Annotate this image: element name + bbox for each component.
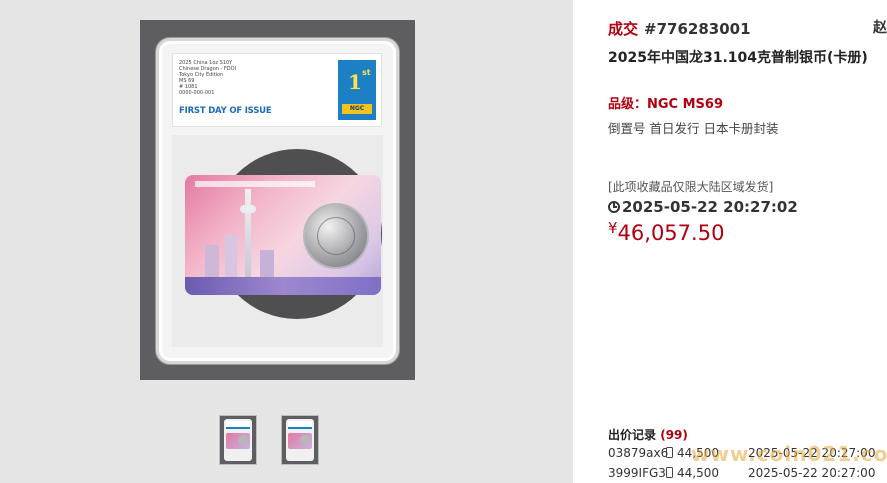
site-watermark: www.coin021.com <box>691 442 887 466</box>
first-badge: 1 st NGC <box>338 60 376 120</box>
bid-count: (99) <box>660 428 688 442</box>
phone-icon <box>666 467 673 478</box>
ngc-logo: NGC <box>342 104 372 114</box>
main-product-photo[interactable]: 2025 China 1oz S10Y Chinese Dragon - FDO… <box>140 20 415 380</box>
corner-text: 赵 <box>873 20 887 36</box>
bid-row: 3999IFG3 44,500 2025-05-22 20:27:00 <box>608 466 887 482</box>
bidder-id: 3999IFG3 <box>608 466 666 480</box>
grade-info: 品级：NGC MS69 <box>608 97 724 112</box>
label-line: 0000-000-001 <box>179 90 215 96</box>
thumbnail-strip <box>219 415 323 467</box>
currency-symbol: ¥ <box>608 219 618 237</box>
item-title: 2025年中国龙31.104克普制银币(卡册) <box>608 50 868 66</box>
bid-history-label: 出价记录 <box>608 428 657 442</box>
bid-history-title[interactable]: 出价记录 (99) <box>608 426 688 443</box>
card-header-strip <box>195 181 315 187</box>
item-tags: 倒置号 首日发行 日本卡册封装 <box>608 121 779 136</box>
thumb-slab <box>224 419 252 461</box>
thumb-slab <box>286 419 314 461</box>
thumb-label <box>226 421 250 429</box>
label-text-block: 2025 China 1oz S10Y Chinese Dragon - FDO… <box>179 60 279 96</box>
bid-time: 2025-05-22 20:27:00 <box>748 466 876 480</box>
bid-amount-value: 44,500 <box>677 466 719 480</box>
slab-label: 2025 China 1oz S10Y Chinese Dragon - FDO… <box>172 53 382 127</box>
lot-number: #776283001 <box>644 20 751 38</box>
sale-status: 成交 <box>608 20 639 38</box>
status-line: 成交 #776283001 <box>608 18 751 39</box>
lot-details: 成交 #776283001 赵 2025年中国龙31.104克普制银币(卡册) 品… <box>573 0 887 483</box>
badge-suffix: st <box>362 68 371 77</box>
bidder-id: 03879ax6 <box>608 446 669 460</box>
tower-deck <box>240 205 256 213</box>
badge-number: 1 <box>348 70 362 94</box>
deal-time: 2025-05-22 20:27:02 <box>608 198 798 216</box>
thumbnail-2[interactable] <box>281 415 319 465</box>
deal-price: ¥46,057.50 <box>608 219 724 245</box>
deal-time-value: 2025-05-22 20:27:02 <box>622 198 798 216</box>
thumb-coin <box>238 435 248 445</box>
first-day-of-issue-text: FIRST DAY OF ISSUE <box>179 106 272 116</box>
card-footer-strip <box>185 277 381 295</box>
thumbnail-1[interactable] <box>219 415 257 465</box>
bid-amount: 44,500 <box>666 466 719 480</box>
price-value: 46,057.50 <box>617 221 725 245</box>
silver-coin <box>303 203 369 269</box>
clock-icon <box>608 201 620 213</box>
ngc-slab: 2025 China 1oz S10Y Chinese Dragon - FDO… <box>156 38 399 364</box>
coin-dragon-design <box>317 217 355 255</box>
thumb-coin <box>300 435 310 445</box>
phone-icon <box>666 447 673 458</box>
thumb-label <box>288 421 312 429</box>
image-gallery: 2025 China 1oz S10Y Chinese Dragon - FDO… <box>0 0 573 483</box>
shipping-notice: [此项收藏品仅限大陆区域发货] <box>608 180 774 194</box>
slab-window <box>172 135 383 347</box>
coin-card <box>185 175 381 295</box>
tokyo-tower <box>245 189 251 279</box>
